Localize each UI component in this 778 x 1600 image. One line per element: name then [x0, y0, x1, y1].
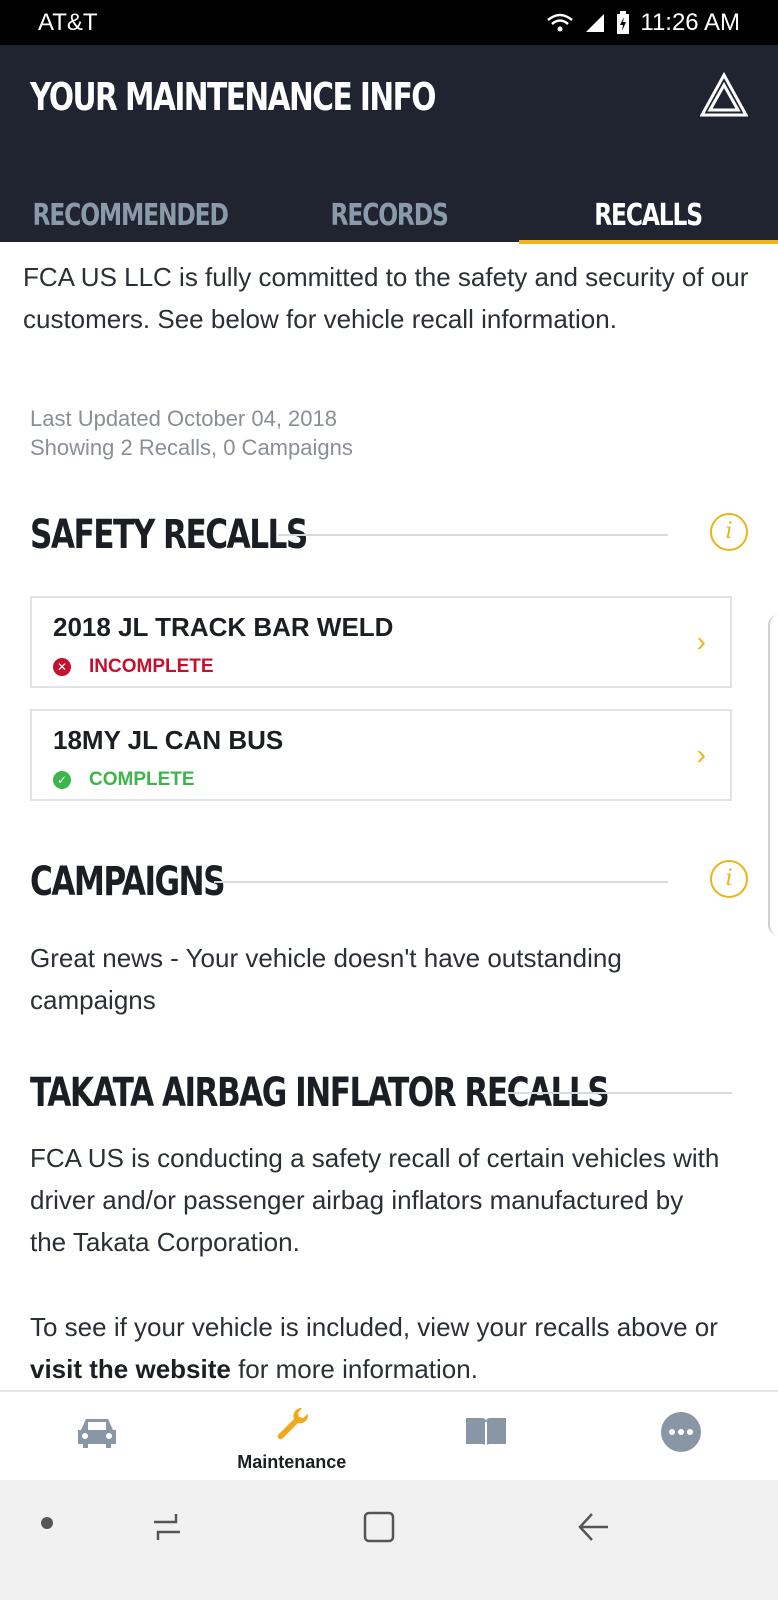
bottom-nav: Maintenance — [0, 1390, 778, 1482]
carrier-label: AT&T — [38, 8, 98, 36]
tab-bar: RECOMMENDED RECORDS RECALLS — [0, 190, 778, 244]
intro-text: FCA US LLC is fully committed to the saf… — [23, 262, 749, 334]
tab-recommended[interactable]: RECOMMENDED — [0, 190, 259, 242]
visit-website-link[interactable]: visit the website — [30, 1354, 231, 1384]
section-title: CAMPAIGNS — [30, 859, 226, 905]
campaigns-text: Great news - Your vehicle doesn't have o… — [30, 943, 622, 1015]
recall-name: 2018 JL TRACK BAR WELD — [53, 612, 394, 642]
app-header: YOUR MAINTENANCE INFO RECOMMENDED RECORD… — [0, 45, 778, 244]
recall-card[interactable]: 2018 JL TRACK BAR WELD ✕ INCOMPLETE › — [30, 596, 732, 688]
clock: 11:26 AM — [640, 8, 740, 36]
incomplete-icon: ✕ — [53, 658, 71, 676]
more-icon — [660, 1412, 701, 1452]
battery-icon — [617, 10, 630, 34]
chevron-right-icon: › — [696, 626, 706, 657]
status-label: INCOMPLETE — [89, 656, 214, 677]
system-nav-bar — [0, 1480, 778, 1600]
last-updated: Last Updated October 04, 2018 — [30, 406, 337, 431]
back-icon[interactable] — [576, 1510, 610, 1544]
info-icon[interactable]: i — [710, 860, 748, 898]
tab-records[interactable]: RECORDS — [259, 190, 518, 242]
status-label: COMPLETE — [89, 769, 195, 790]
recall-name: 18MY JL CAN BUS — [53, 725, 284, 755]
campaigns-header: CAMPAIGNS i — [30, 852, 748, 912]
nav-item-manual[interactable] — [389, 1392, 584, 1482]
dot-icon[interactable] — [40, 1516, 54, 1530]
nav-item-maintenance[interactable]: Maintenance — [195, 1392, 390, 1482]
recall-status: ✓ COMPLETE — [53, 769, 195, 791]
nav-item-more[interactable] — [584, 1392, 778, 1482]
complete-icon: ✓ — [53, 771, 71, 789]
divider — [278, 534, 668, 536]
wifi-icon — [547, 13, 574, 31]
takata-paragraph: FCA US is conducting a safety recall of … — [30, 1143, 720, 1257]
status-icons: 11:26 AM — [546, 9, 740, 37]
recent-apps-icon[interactable] — [150, 1510, 184, 1544]
recall-card[interactable]: 18MY JL CAN BUS ✓ COMPLETE › — [30, 709, 732, 801]
chevron-right-icon: › — [696, 739, 706, 770]
recall-meta: Last Updated October 04, 2018 Showing 2 … — [30, 404, 353, 462]
safety-recalls-header: SAFETY RECALLS i — [30, 505, 748, 565]
nav-label-maintenance: Maintenance — [237, 1452, 347, 1472]
nav-item-vehicle[interactable] — [0, 1392, 195, 1482]
status-bar: AT&T 11:26 AM — [0, 0, 778, 45]
book-icon — [466, 1418, 507, 1448]
takata-header: TAKATA AIRBAG INFLATOR RECALLS — [30, 1063, 748, 1123]
car-icon — [78, 1419, 117, 1448]
home-icon[interactable] — [362, 1510, 396, 1544]
divider — [214, 881, 668, 883]
wrench-icon — [277, 1407, 308, 1440]
signal-icon — [586, 13, 605, 32]
info-icon[interactable]: i — [710, 513, 748, 551]
section-title: SAFETY RECALLS — [30, 512, 308, 558]
recall-status: ✕ INCOMPLETE — [53, 656, 214, 678]
scroll-indicator — [768, 615, 778, 935]
warning-icon[interactable] — [700, 71, 748, 119]
page-title: YOUR MAINTENANCE INFO — [30, 75, 437, 119]
takata-paragraph-2: To see if your vehicle is included, view… — [30, 1312, 718, 1384]
divider — [508, 1092, 732, 1094]
showing-count: Showing 2 Recalls, 0 Campaigns — [30, 435, 353, 460]
tab-recalls[interactable]: RECALLS — [518, 190, 778, 244]
